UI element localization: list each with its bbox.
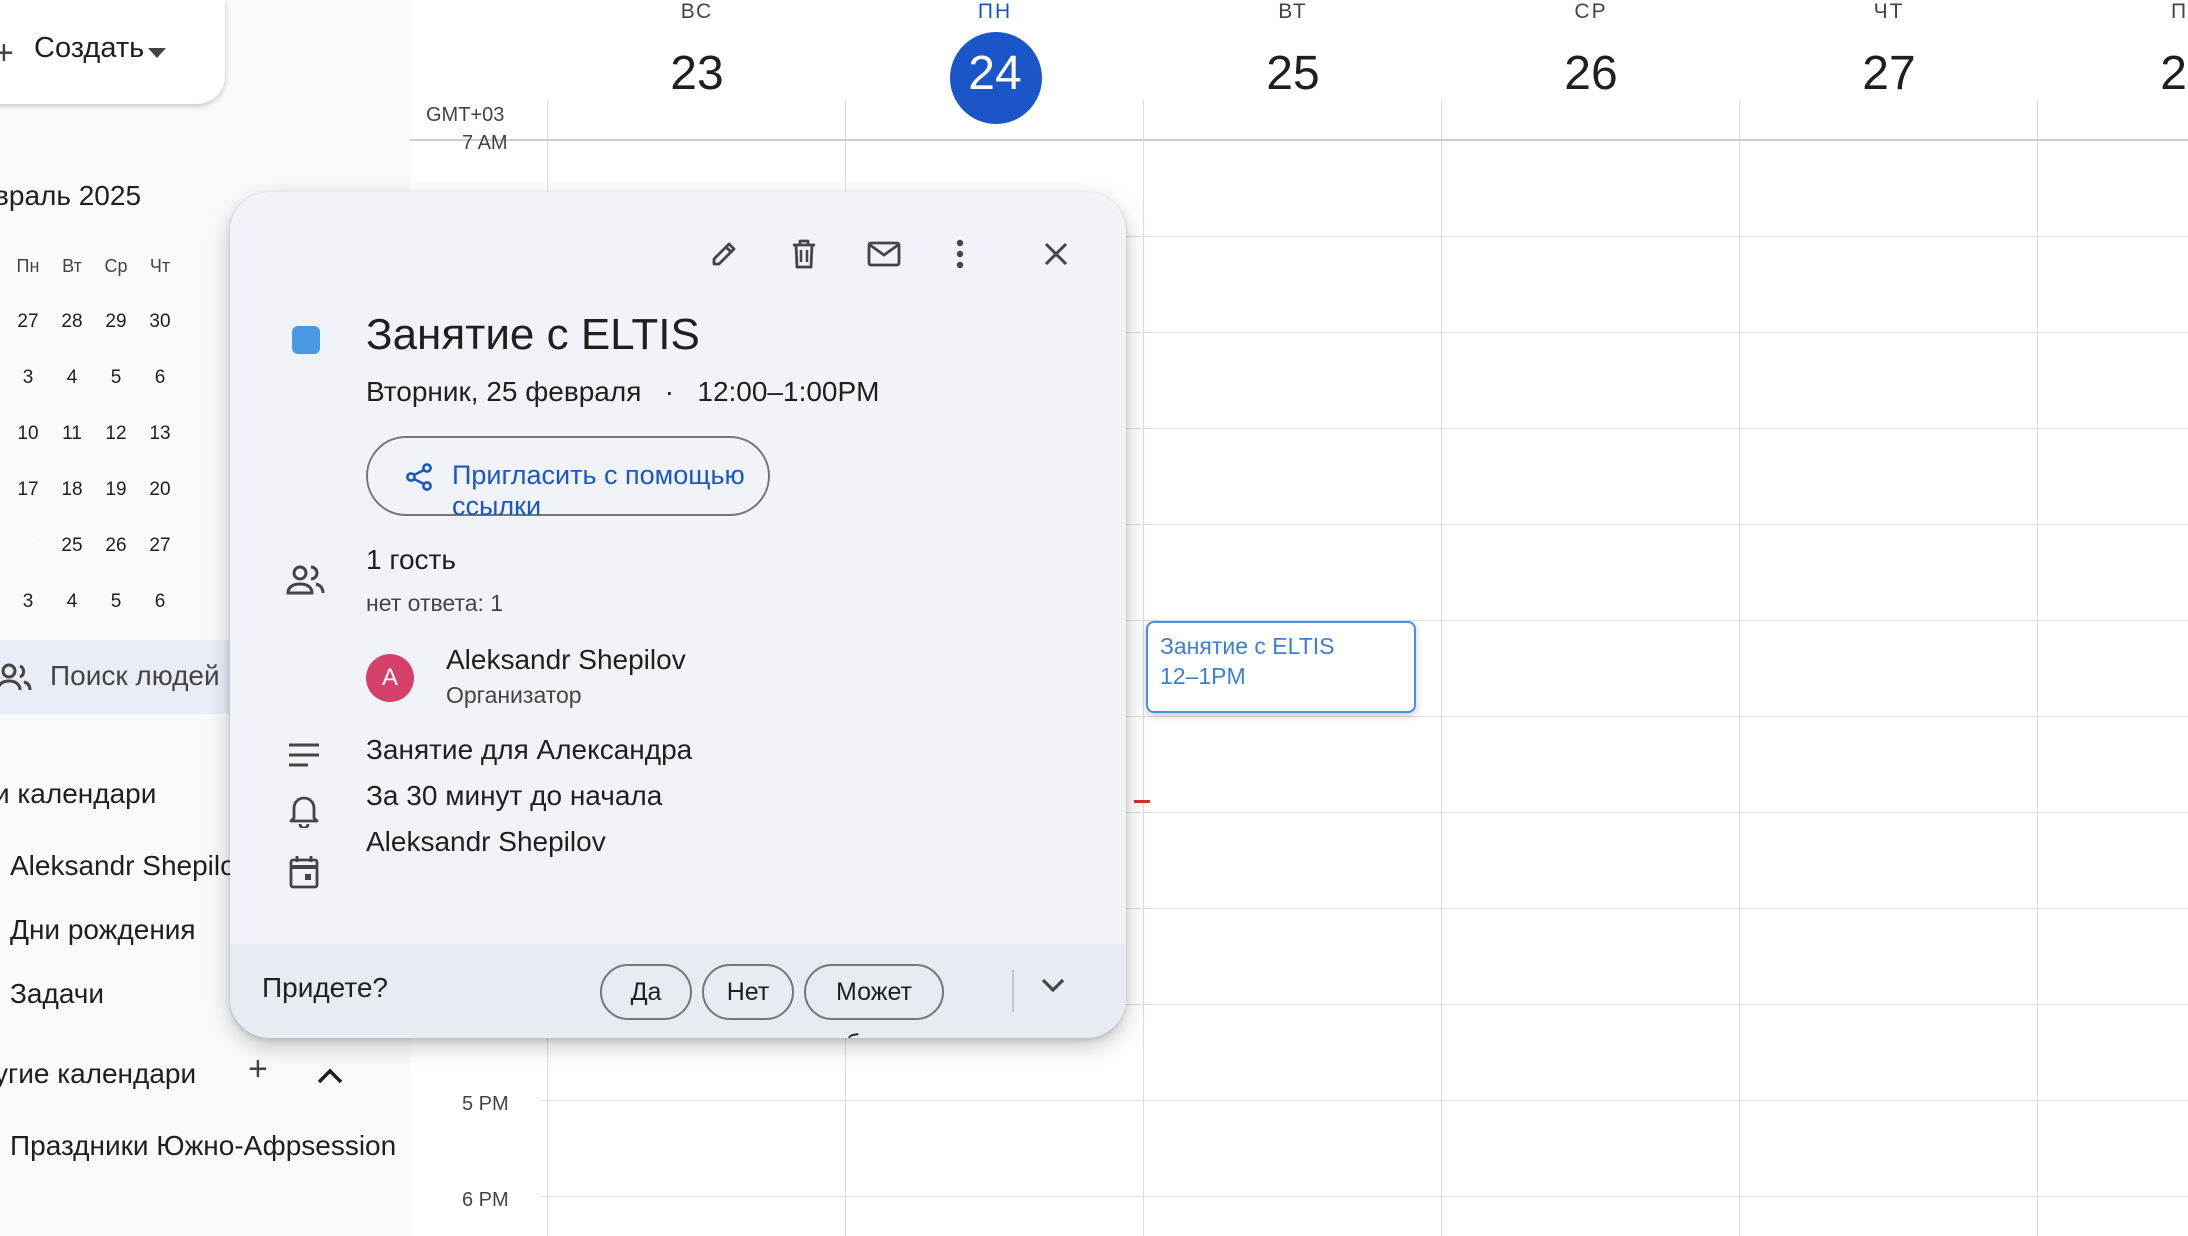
time-label: 6 PM (462, 1189, 509, 1211)
day-number: 26 (1564, 47, 1618, 100)
hour-line (540, 1100, 2188, 1101)
add-calendar-icon[interactable]: + (248, 1050, 268, 1089)
calendar-icon (288, 854, 320, 895)
event-chip-time: 12–1PM (1160, 663, 1246, 689)
time-label: 7 AM (462, 132, 508, 154)
rsvp-no-button[interactable]: Нет (702, 964, 794, 1020)
delete-button[interactable] (776, 228, 832, 284)
mini-day[interactable]: 27 (132, 518, 188, 574)
rsvp-question: Придете? (262, 972, 388, 1003)
rsvp-maybe-button[interactable]: Может быть (804, 964, 944, 1038)
day-header-today[interactable]: ПН 24 (846, 0, 1144, 140)
day-header[interactable]: СР 26 (1442, 0, 1740, 140)
column-divider (2037, 100, 2038, 1236)
day-of-week: ВТ (1278, 0, 1308, 23)
event-reminder: За 30 минут до начала (366, 780, 663, 811)
hour-line (540, 1196, 2188, 1197)
event-chip-title: Занятие с ELTIS (1160, 633, 1335, 659)
mini-day[interactable]: 6 (132, 350, 188, 406)
day-number: 27 (1862, 47, 1916, 100)
mini-day[interactable]: 30 (132, 294, 188, 350)
mini-day[interactable]: 6 (132, 574, 188, 630)
bell-icon (288, 792, 320, 833)
weekday-header: Чт (149, 256, 171, 276)
day-number: 28 (2160, 47, 2188, 100)
mail-icon (867, 240, 901, 273)
day-of-week: ЧТ (1873, 0, 1905, 23)
column-divider (1441, 100, 1442, 1236)
plus-icon: + (0, 34, 14, 72)
event-chip[interactable]: Занятие с ELTIS 12–1PM (1146, 621, 1416, 713)
event-date-time: Вторник, 25 февраля · 12:00–1:00PM (366, 376, 880, 407)
edit-button[interactable] (696, 228, 752, 284)
pencil-icon (708, 238, 740, 275)
share-icon (404, 462, 434, 497)
header-divider (410, 139, 2188, 141)
event-color-swatch (292, 326, 320, 354)
calendar-item[interactable]: Задачи (10, 978, 104, 1010)
column-divider (1143, 100, 1144, 1236)
day-header[interactable]: ВТ 25 (1144, 0, 1442, 140)
email-guests-button[interactable] (856, 228, 912, 284)
other-calendars-title[interactable]: угие календари (0, 1058, 196, 1090)
event-title: Занятие с ELTIS (366, 310, 700, 359)
mini-day[interactable]: 13 (132, 406, 188, 462)
mini-day-today-label: 24 (17, 535, 39, 556)
day-number: 25 (1266, 47, 1320, 100)
mini-calendar-title: враль 2025 (0, 180, 142, 211)
time-label: 5 PM (462, 1093, 509, 1115)
calendar-item[interactable]: Праздники Южно-Афрsession (10, 1130, 396, 1162)
calendar-item[interactable]: Дни рождения (10, 914, 196, 946)
description-icon (286, 742, 322, 773)
day-header[interactable]: ПТ 28 (2038, 0, 2188, 140)
guests-status: нет ответа: 1 (366, 590, 504, 616)
day-of-week: ПТ (2171, 0, 2188, 23)
create-button-label: Создать (34, 32, 145, 64)
people-icon (0, 662, 32, 699)
guest-name: Aleksandr Shepilov (446, 644, 686, 675)
guest-role: Организатор (446, 682, 582, 708)
day-number: 23 (670, 47, 724, 100)
rsvp-divider (1012, 970, 1014, 1012)
current-time-indicator (1134, 800, 1150, 803)
column-divider (1739, 100, 1740, 1236)
day-of-week: ПН (977, 0, 1013, 23)
create-button[interactable]: + Создать (0, 0, 225, 104)
day-of-week: СР (1574, 0, 1608, 23)
chevron-down-icon[interactable] (1040, 976, 1066, 999)
dropdown-caret-icon (148, 48, 166, 58)
day-header[interactable]: ВС 23 (548, 0, 846, 140)
calendar-item[interactable]: Aleksandr Shepilov (10, 850, 250, 882)
my-calendars-title[interactable]: и календари (0, 778, 156, 810)
guests-icon (286, 564, 326, 601)
event-description: Занятие для Александра (366, 734, 693, 765)
people-search-label: Поиск людей (50, 660, 220, 691)
more-options-button[interactable] (932, 228, 988, 284)
day-number: 24 (968, 47, 1022, 100)
rsvp-yes-button[interactable]: Да (600, 964, 692, 1020)
calendar-owner: Aleksandr Shepilov (366, 826, 606, 857)
invite-link-button[interactable]: Пригласить с помощью ссылки (366, 436, 770, 521)
event-details-popup: Занятие с ELTIS Вторник, 25 февраля · 12… (230, 192, 1126, 1038)
trash-icon (789, 238, 819, 275)
avatar: A (366, 654, 414, 702)
close-button[interactable] (1028, 228, 1084, 284)
day-of-week: ВС (680, 0, 714, 23)
more-vertical-icon (956, 239, 964, 274)
mini-day[interactable]: 20 (132, 462, 188, 518)
invite-link-label: Пригласить с помощью ссылки (452, 460, 745, 521)
close-icon (1043, 241, 1069, 272)
timezone-label: GMT+03 (426, 104, 505, 126)
guests-count: 1 гость (366, 544, 456, 575)
rsvp-bar: Придете? Да Нет Может быть (230, 944, 1126, 1038)
chevron-up-icon[interactable] (316, 1056, 344, 1095)
day-header[interactable]: ЧТ 27 (1740, 0, 2038, 140)
